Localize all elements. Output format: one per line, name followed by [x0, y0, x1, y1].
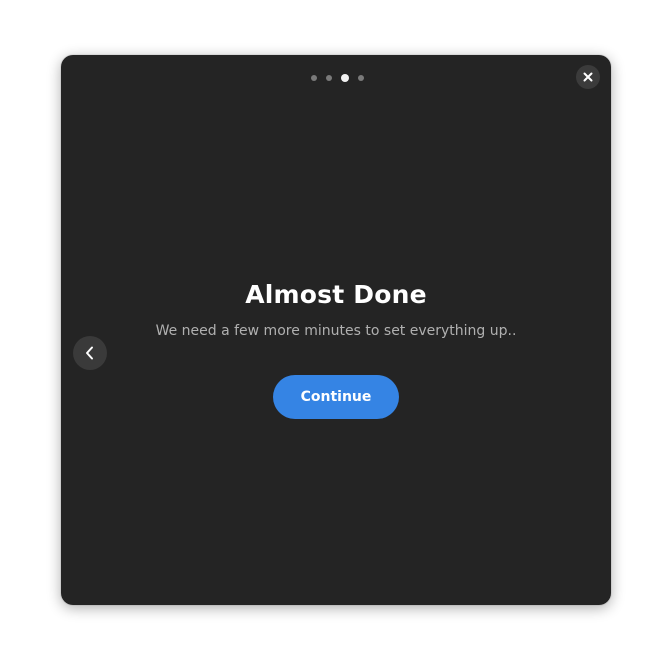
- close-icon: [583, 72, 593, 82]
- onboarding-dialog: Almost Done We need a few more minutes t…: [61, 55, 611, 605]
- page-dot-2[interactable]: [326, 75, 332, 81]
- page-dot-3-current[interactable]: [341, 74, 349, 82]
- dialog-subtitle: We need a few more minutes to set everyt…: [155, 323, 517, 339]
- dialog-content: Almost Done We need a few more minutes t…: [61, 279, 611, 419]
- continue-button[interactable]: Continue: [273, 375, 399, 419]
- close-button[interactable]: [576, 65, 600, 89]
- page-dot-4[interactable]: [358, 75, 364, 81]
- dialog-title: Almost Done: [245, 280, 427, 309]
- page-indicator: [311, 74, 364, 82]
- page-dot-1[interactable]: [311, 75, 317, 81]
